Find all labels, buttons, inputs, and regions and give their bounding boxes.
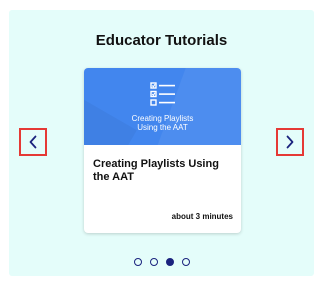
tutorial-duration: about 3 minutes bbox=[171, 212, 233, 221]
thumbnail-caption: Creating Playlists Using the AAT bbox=[131, 114, 194, 132]
pagination-dot[interactable] bbox=[181, 258, 190, 266]
next-button[interactable] bbox=[276, 128, 304, 156]
chevron-right-icon bbox=[286, 135, 294, 149]
tutorials-panel: Educator Tutorials Creating Playlists Us… bbox=[9, 10, 314, 276]
previous-button[interactable] bbox=[19, 128, 47, 156]
pagination-dot[interactable] bbox=[165, 258, 174, 266]
pagination-dot[interactable] bbox=[149, 258, 158, 266]
tutorial-thumbnail: Creating Playlists Using the AAT bbox=[84, 68, 241, 145]
carousel-pagination bbox=[9, 258, 314, 266]
widget-title: Educator Tutorials bbox=[95, 32, 228, 49]
tutorial-title[interactable]: Creating Playlists Using the AAT bbox=[93, 158, 233, 184]
chevron-left-icon bbox=[29, 135, 37, 149]
checklist-icon bbox=[150, 82, 175, 106]
pagination-dot[interactable] bbox=[133, 258, 142, 266]
tutorial-card[interactable]: Creating Playlists Using the AAT Creatin… bbox=[84, 68, 241, 233]
